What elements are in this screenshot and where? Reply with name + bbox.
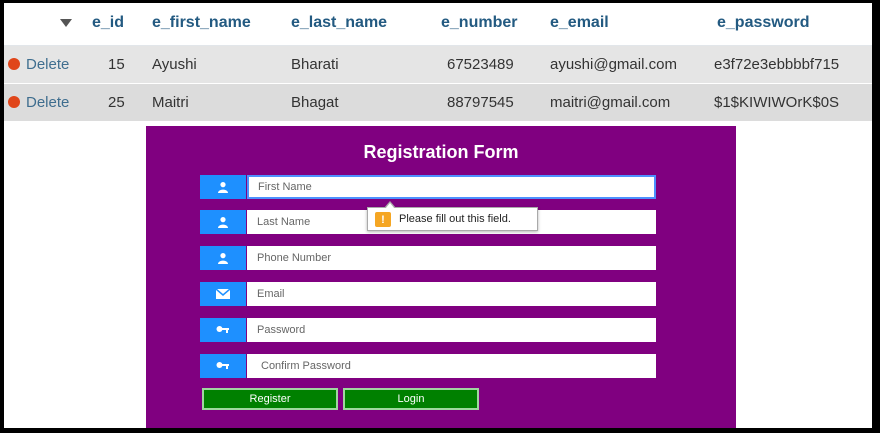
phone-number-row bbox=[200, 246, 656, 270]
cell-e-last-name: Bhagat bbox=[291, 94, 339, 111]
login-button[interactable]: Login bbox=[343, 388, 479, 410]
email-row bbox=[200, 282, 656, 306]
table-row: Delete 25 Maitri Bhagat 88797545 maitri@… bbox=[4, 84, 872, 122]
cell-e-first-name: Ayushi bbox=[152, 56, 197, 73]
database-table: e_id e_first_name e_last_name e_number e… bbox=[4, 3, 872, 122]
column-header-e-password[interactable]: e_password bbox=[717, 14, 809, 32]
first-name-row bbox=[200, 175, 656, 199]
validation-tooltip: ! Please fill out this field. bbox=[367, 201, 538, 231]
validation-message: Please fill out this field. bbox=[399, 213, 511, 225]
form-title: Registration Form bbox=[363, 142, 519, 162]
password-input[interactable] bbox=[247, 318, 656, 342]
warning-icon: ! bbox=[375, 212, 391, 227]
cell-e-password: e3f72e3ebbbbf715 bbox=[714, 56, 840, 73]
cell-e-password: $1$KIWIWOrK$0S bbox=[714, 94, 840, 111]
user-icon bbox=[200, 210, 246, 234]
cell-e-email: ayushi@gmail.com bbox=[550, 56, 677, 73]
column-header-e-email[interactable]: e_email bbox=[550, 14, 609, 32]
cell-e-last-name: Bharati bbox=[291, 56, 339, 73]
first-name-input[interactable] bbox=[247, 175, 656, 199]
key-icon bbox=[200, 318, 246, 342]
confirm-password-row bbox=[200, 354, 656, 378]
cell-e-id: 15 bbox=[108, 56, 125, 73]
cell-e-first-name: Maitri bbox=[152, 94, 189, 111]
sort-arrow-icon[interactable] bbox=[60, 19, 72, 27]
email-input[interactable] bbox=[247, 282, 656, 306]
column-header-e-number[interactable]: e_number bbox=[441, 14, 517, 32]
delete-icon[interactable] bbox=[8, 58, 20, 70]
cell-e-number: 67523489 bbox=[447, 56, 514, 73]
table-header: e_id e_first_name e_last_name e_number e… bbox=[4, 3, 872, 46]
key-icon bbox=[200, 354, 246, 378]
column-header-e-last-name[interactable]: e_last_name bbox=[291, 14, 387, 32]
user-icon bbox=[200, 246, 246, 270]
register-button[interactable]: Register bbox=[202, 388, 338, 410]
table-row: Delete 15 Ayushi Bharati 67523489 ayushi… bbox=[4, 46, 872, 84]
confirm-password-input[interactable] bbox=[247, 354, 656, 378]
delete-icon[interactable] bbox=[8, 96, 20, 108]
cell-e-number: 88797545 bbox=[447, 94, 514, 111]
delete-link[interactable]: Delete bbox=[26, 94, 69, 111]
cell-e-id: 25 bbox=[108, 94, 125, 111]
cell-e-email: maitri@gmail.com bbox=[550, 94, 671, 111]
envelope-icon bbox=[200, 282, 246, 306]
column-header-e-id[interactable]: e_id bbox=[92, 14, 124, 32]
registration-form: Registration Form First Name Last Name P… bbox=[146, 126, 736, 428]
user-icon bbox=[200, 175, 246, 199]
column-header-e-first-name[interactable]: e_first_name bbox=[152, 14, 251, 32]
password-row bbox=[200, 318, 656, 342]
phone-number-input[interactable] bbox=[247, 246, 656, 270]
delete-link[interactable]: Delete bbox=[26, 56, 69, 73]
screen: e_id e_first_name e_last_name e_number e… bbox=[4, 3, 872, 428]
